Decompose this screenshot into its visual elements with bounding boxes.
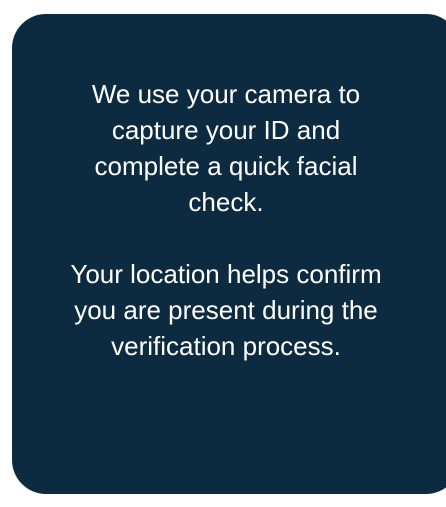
- info-card: We use your camera to capture your ID an…: [12, 14, 446, 494]
- camera-usage-text: We use your camera to capture your ID an…: [91, 79, 361, 217]
- location-usage-text: Your location helps confirm you are pres…: [70, 259, 382, 361]
